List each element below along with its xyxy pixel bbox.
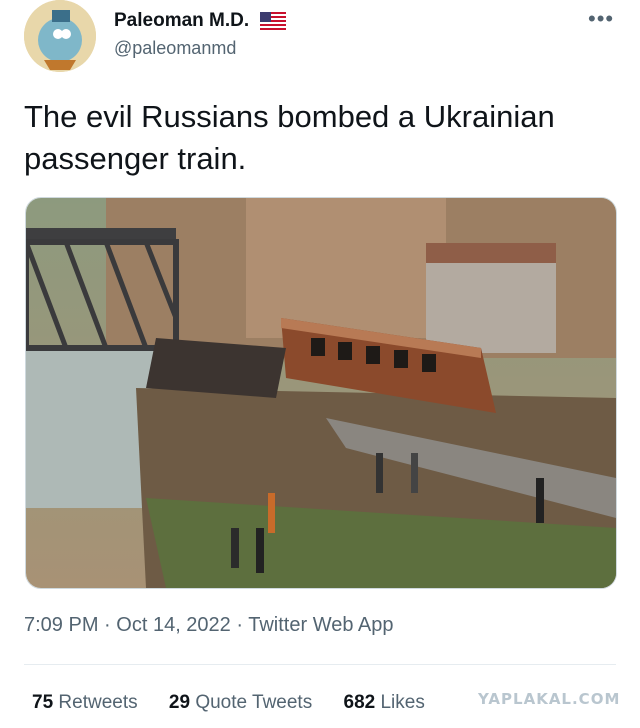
train-wreck-photo — [26, 198, 616, 588]
retweets-stat[interactable]: 75 Retweets — [32, 692, 138, 713]
tweet-date[interactable]: Oct 14, 2022 — [116, 614, 231, 636]
retweets-label: Retweets — [58, 692, 138, 713]
avatar[interactable] — [24, 0, 96, 72]
retweets-count: 75 — [32, 692, 54, 713]
tweet-stats: 75 Retweets 29 Quote Tweets 682 Likes — [32, 692, 451, 714]
avatar-icon — [24, 0, 96, 72]
quote-tweets-count: 29 — [168, 692, 191, 713]
watermark: YAPLAKAL.COM — [478, 690, 621, 708]
tweet-client[interactable]: Twitter Web App — [248, 614, 393, 636]
author-handle[interactable]: @paleomanmd — [114, 38, 236, 59]
more-options-button[interactable]: ••• — [588, 6, 614, 32]
author-display-name[interactable]: Paleoman M.D. — [114, 10, 249, 31]
likes-label: Likes — [380, 692, 425, 713]
meta-separator: · — [104, 614, 111, 636]
likes-count: 682 — [343, 692, 376, 713]
us-flag-icon — [260, 11, 287, 30]
tweet-photo[interactable] — [25, 197, 617, 589]
tweet-time[interactable]: 7:09 PM — [24, 614, 98, 636]
meta-separator: · — [236, 614, 244, 636]
likes-stat[interactable]: 682 Likes — [344, 692, 425, 713]
author-name-row[interactable]: Paleoman M.D. — [114, 10, 287, 32]
tweet-text: The evil Russians bombed a Ukrainian pas… — [24, 99, 555, 176]
tweet-meta: 7:09 PM · Oct 14, 2022 · Twitter Web App — [24, 614, 394, 637]
divider — [24, 664, 616, 665]
quote-tweets-stat[interactable]: 29 Quote Tweets — [169, 692, 312, 713]
quote-tweets-label: Quote Tweets — [195, 692, 313, 713]
